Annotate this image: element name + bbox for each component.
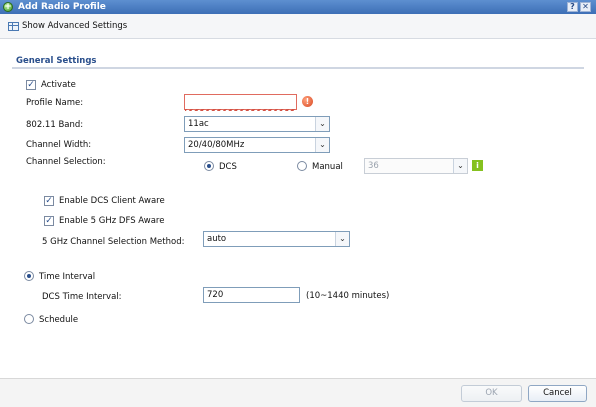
error-icon: ! xyxy=(302,96,313,107)
enable-5ghz-dfs-aware-label: Enable 5 GHz DFS Aware xyxy=(59,216,165,226)
channel-width-label: Channel Width: xyxy=(26,140,92,150)
time-interval-radio[interactable] xyxy=(24,271,34,281)
manual-label: Manual xyxy=(312,162,343,172)
window-title: Add Radio Profile xyxy=(18,2,106,12)
activate-checkbox[interactable]: ✓ xyxy=(26,80,36,90)
show-advanced-settings-button[interactable]: Show Advanced Settings xyxy=(22,21,127,31)
table-icon xyxy=(8,22,19,31)
help-button[interactable]: ? xyxy=(567,2,578,12)
ok-button[interactable]: OK xyxy=(461,385,522,402)
profile-name-input[interactable] xyxy=(184,94,297,111)
profile-name-label: Profile Name: xyxy=(26,98,84,108)
channel-width-select[interactable]: 20/40/80MHz ⌄ xyxy=(184,137,330,153)
info-icon[interactable]: i xyxy=(472,160,483,171)
title-bar: + Add Radio Profile ? ✕ xyxy=(0,0,596,14)
band-select[interactable]: 11ac ⌄ xyxy=(184,116,330,132)
section-divider xyxy=(12,67,584,69)
channel-selection-method-dropdown-icon[interactable]: ⌄ xyxy=(335,232,349,246)
manual-channel-value: 36 xyxy=(368,161,379,171)
time-interval-label: Time Interval xyxy=(39,272,96,282)
toolbar: Show Advanced Settings xyxy=(0,14,596,39)
enable-5ghz-dfs-aware-checkbox[interactable]: ✓ xyxy=(44,216,54,226)
dcs-radio[interactable] xyxy=(204,161,214,171)
activate-label: Activate xyxy=(41,80,76,90)
channel-width-value: 20/40/80MHz xyxy=(188,140,245,150)
cancel-button[interactable]: Cancel xyxy=(528,385,587,402)
manual-channel-dropdown-icon[interactable]: ⌄ xyxy=(453,159,467,173)
manual-radio[interactable] xyxy=(297,161,307,171)
channel-selection-label: Channel Selection: xyxy=(26,157,106,167)
band-dropdown-icon[interactable]: ⌄ xyxy=(315,117,329,131)
footer-bar: OK Cancel xyxy=(0,378,596,407)
close-button[interactable]: ✕ xyxy=(580,2,591,12)
schedule-radio[interactable] xyxy=(24,314,34,324)
dcs-label: DCS xyxy=(219,162,237,172)
enable-dcs-client-aware-checkbox[interactable]: ✓ xyxy=(44,196,54,206)
general-settings-title: General Settings xyxy=(16,56,97,66)
channel-width-dropdown-icon[interactable]: ⌄ xyxy=(315,138,329,152)
dcs-time-interval-hint: (10~1440 minutes) xyxy=(306,291,390,301)
band-value: 11ac xyxy=(188,119,209,129)
dcs-time-interval-label: DCS Time Interval: xyxy=(42,292,122,302)
channel-selection-method-select[interactable]: auto ⌄ xyxy=(203,231,350,247)
channel-selection-method-value: auto xyxy=(207,234,227,244)
schedule-label: Schedule xyxy=(39,315,79,325)
manual-channel-select[interactable]: 36 ⌄ xyxy=(364,158,468,174)
channel-selection-method-label: 5 GHz Channel Selection Method: xyxy=(42,237,185,247)
band-label: 802.11 Band: xyxy=(26,120,84,130)
enable-dcs-client-aware-label: Enable DCS Client Aware xyxy=(59,196,165,206)
dcs-time-interval-input[interactable]: 720 xyxy=(203,287,300,303)
plus-circle-icon: + xyxy=(3,2,13,12)
